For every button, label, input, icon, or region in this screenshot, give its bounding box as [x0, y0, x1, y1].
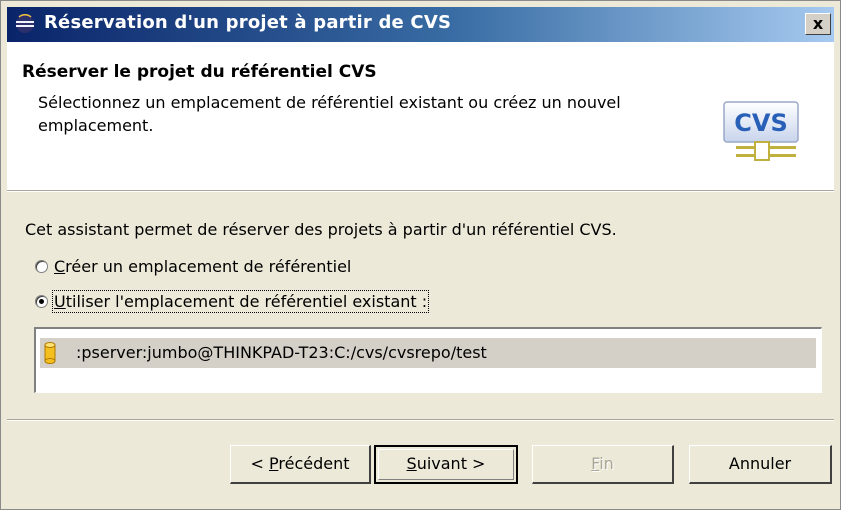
cancel-button[interactable]: Annuler	[689, 445, 832, 484]
dialog-window: Réservation d'un projet à partir de CVS …	[0, 0, 841, 510]
repository-icon	[44, 342, 56, 364]
wizard-intro-text: Cet assistant permet de réserver des pro…	[25, 220, 617, 239]
use-existing-location-label[interactable]: Utiliser l'emplacement de référentiel ex…	[51, 290, 430, 313]
create-location-label[interactable]: Créer un emplacement de référentiel	[54, 257, 351, 276]
eclipse-icon	[16, 14, 34, 33]
title-bar[interactable]: Réservation d'un projet à partir de CVS …	[7, 7, 834, 42]
page-description: Sélectionnez un emplacement de référenti…	[38, 93, 621, 135]
next-button[interactable]: Suivant >	[374, 445, 518, 484]
header-separator	[7, 190, 834, 192]
cvs-logo-icon: CVS	[723, 101, 799, 161]
wizard-header: Réserver le projet du référentiel CVS Sé…	[7, 42, 834, 190]
page-title: Réserver le projet du référentiel CVS	[22, 62, 377, 82]
button-bar-separator	[7, 419, 834, 421]
close-icon: x	[812, 14, 824, 33]
repository-list[interactable]: :pserver:jumbo@THINKPAD-T23:C:/cvs/cvsre…	[34, 327, 822, 393]
window-title: Réservation d'un projet à partir de CVS	[44, 12, 452, 33]
close-button[interactable]: x	[805, 13, 831, 35]
cvs-logo-text: CVS	[734, 109, 787, 137]
finish-button[interactable]: Fin	[532, 445, 674, 484]
radio-use-existing[interactable]	[35, 295, 48, 308]
back-button[interactable]: < Précédent	[230, 445, 371, 484]
radio-create[interactable]	[35, 260, 48, 273]
list-item[interactable]: :pserver:jumbo@THINKPAD-T23:C:/cvs/cvsre…	[40, 338, 816, 368]
repository-location-text: :pserver:jumbo@THINKPAD-T23:C:/cvs/cvsre…	[76, 343, 487, 362]
